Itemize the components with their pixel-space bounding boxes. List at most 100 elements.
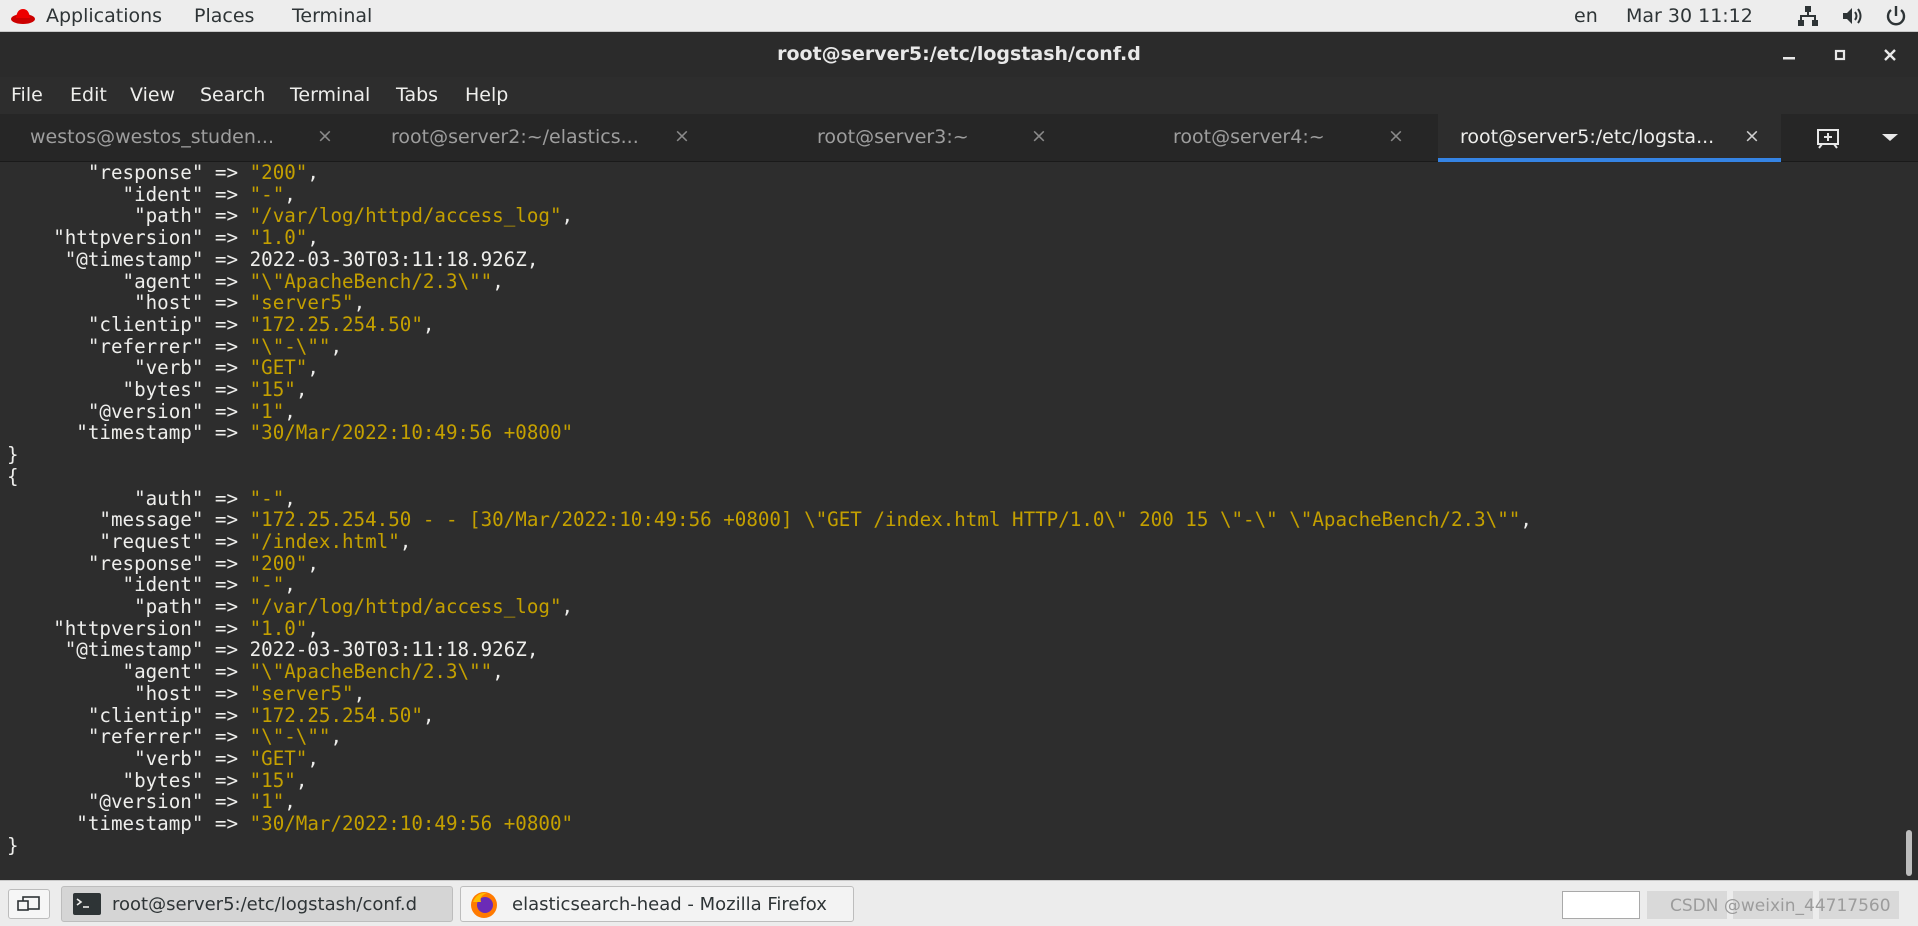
line-value: "200" xyxy=(249,162,308,184)
applications-menu[interactable]: Applications xyxy=(46,5,162,27)
tab-label: root@server3:~ xyxy=(817,126,969,148)
line-value: "172.25.254.50 - - [30/Mar/2022:10:49:56… xyxy=(249,508,1521,532)
line-trailer: , xyxy=(561,204,574,228)
terminal-line: "@timestamp" => 2022-03-30T03:11:18.926Z… xyxy=(7,639,1532,661)
minimize-button[interactable] xyxy=(1771,40,1807,70)
terminal-line: "verb" => "GET", xyxy=(7,748,1532,770)
new-tab-button[interactable] xyxy=(1800,122,1860,154)
terminal-line: "httpversion" => "1.0", xyxy=(7,227,1532,249)
line-key: "timestamp" => xyxy=(7,812,250,836)
tab-server4[interactable]: root@server4:~ × xyxy=(1071,114,1438,162)
line-trailer: , xyxy=(492,269,504,293)
scrollbar-thumb[interactable] xyxy=(1906,830,1912,876)
line-trailer: , xyxy=(1520,508,1532,532)
line-key: "httpversion" => xyxy=(7,616,250,640)
system-tray[interactable] xyxy=(1786,4,1918,28)
line-value: "server5" xyxy=(249,291,354,315)
menu-view[interactable]: View xyxy=(130,84,175,106)
menu-help[interactable]: Help xyxy=(465,84,508,106)
terminal-app-menu[interactable]: Terminal xyxy=(292,5,372,27)
firefox-icon xyxy=(471,892,497,918)
line-value: "GET" xyxy=(249,746,308,770)
close-window-button[interactable] xyxy=(1872,40,1908,70)
line-trailer: , xyxy=(284,573,296,597)
redhat-icon[interactable] xyxy=(10,7,36,25)
workspace-switcher[interactable] xyxy=(1562,891,1640,919)
taskbar-item-terminal[interactable]: root@server5:/etc/logstash/conf.d xyxy=(61,886,453,922)
line-key: } xyxy=(7,833,19,857)
line-value: "172.25.254.50" xyxy=(249,703,423,727)
terminal-line: "@timestamp" => 2022-03-30T03:11:18.926Z… xyxy=(7,247,1532,271)
power-icon xyxy=(1874,4,1918,28)
line-value: "GET" xyxy=(249,356,308,380)
tab-menu-button[interactable] xyxy=(1870,122,1910,154)
line-value: "-" xyxy=(249,486,285,510)
line-key: "ident" => xyxy=(7,182,250,206)
line-key: "path" => xyxy=(7,204,250,228)
line-value: "/var/log/httpd/access_log" xyxy=(249,204,562,228)
line-key: "agent" => xyxy=(7,660,250,684)
line-key: "verb" => xyxy=(7,746,250,770)
tab-label: westos@westos_studen... xyxy=(30,126,275,148)
menu-search[interactable]: Search xyxy=(200,84,265,106)
line-trailer: , xyxy=(330,725,343,749)
window-titlebar[interactable]: root@server5:/etc/logstash/conf.d xyxy=(0,32,1918,78)
top-panel: Applications Places Terminal en Mar 30 1… xyxy=(0,0,1918,32)
tab-server2[interactable]: root@server2:~/elastics... × xyxy=(357,114,714,162)
line-trailer: , xyxy=(353,291,366,315)
terminal-scrollbar[interactable] xyxy=(1900,162,1918,880)
tab-server3[interactable]: root@server3:~ × xyxy=(714,114,1071,162)
tab-close-icon[interactable]: × xyxy=(1031,125,1047,147)
line-trailer: , xyxy=(492,660,504,684)
menu-terminal[interactable]: Terminal xyxy=(290,84,370,106)
line-value: "15" xyxy=(249,378,296,402)
tab-westos[interactable]: westos@westos_studen... × xyxy=(0,114,357,162)
terminal-line: "clientip" => "172.25.254.50", xyxy=(7,314,1532,336)
menu-tabs[interactable]: Tabs xyxy=(396,84,438,106)
clock[interactable]: Mar 30 11:12 xyxy=(1626,5,1753,27)
window-title: root@server5:/etc/logstash/conf.d xyxy=(777,43,1141,65)
line-key: "@timestamp" => 2022-03-30T03:11:18.926Z… xyxy=(7,638,539,662)
maximize-icon xyxy=(1834,49,1846,61)
line-value: "30/Mar/2022:10:49:56 +0800" xyxy=(249,421,574,445)
tab-bar: westos@westos_studen... × root@server2:~… xyxy=(0,114,1918,162)
maximize-button[interactable] xyxy=(1822,40,1858,70)
show-desktop-button[interactable] xyxy=(8,889,50,919)
line-key: "@timestamp" => 2022-03-30T03:11:18.926Z… xyxy=(7,247,539,271)
places-menu[interactable]: Places xyxy=(194,5,254,27)
language-indicator[interactable]: en xyxy=(1574,5,1598,27)
terminal-line: "path" => "/var/log/httpd/access_log", xyxy=(7,205,1532,227)
show-desktop-icon xyxy=(17,896,40,911)
taskbar-item-firefox[interactable]: elasticsearch-head - Mozilla Firefox xyxy=(460,886,854,922)
terminal-output[interactable]: "response" => "200", "ident" => "-", "pa… xyxy=(0,162,1900,880)
task-label: root@server5:/etc/logstash/conf.d xyxy=(112,894,417,915)
tab-close-icon[interactable]: × xyxy=(1388,125,1404,147)
terminal-line: "host" => "server5", xyxy=(7,292,1532,314)
menu-edit[interactable]: Edit xyxy=(70,84,107,106)
tab-close-icon[interactable]: × xyxy=(674,125,690,147)
close-icon xyxy=(1884,49,1896,61)
watermark: CSDN @weixin_44717560 xyxy=(1670,896,1891,916)
line-trailer: , xyxy=(307,616,319,640)
line-value: "\"-\"" xyxy=(249,725,331,749)
terminal-line: } xyxy=(7,833,1532,857)
menu-file[interactable]: File xyxy=(11,84,43,106)
line-trailer: , xyxy=(353,681,366,705)
line-key: "bytes" => xyxy=(7,768,250,792)
terminal-line: "timestamp" => "30/Mar/2022:10:49:56 +08… xyxy=(7,813,1532,835)
line-key: "@version" => xyxy=(7,790,250,814)
terminal-line: "referrer" => "\"-\"", xyxy=(7,334,1532,358)
tab-label: root@server4:~ xyxy=(1173,126,1325,148)
line-value: "\"-\"" xyxy=(249,334,331,358)
line-key: "httpversion" => xyxy=(7,226,250,250)
minimize-icon xyxy=(1783,57,1795,60)
line-trailer: , xyxy=(422,703,435,727)
terminal-line: "response" => "200", xyxy=(7,162,1532,184)
tab-close-icon[interactable]: × xyxy=(317,125,333,147)
menubar: File Edit View Search Terminal Tabs Help xyxy=(0,77,1918,114)
tab-server5[interactable]: root@server5:/etc/logsta... × xyxy=(1438,114,1781,162)
tab-label: root@server2:~/elastics... xyxy=(391,126,639,148)
tab-close-icon[interactable]: × xyxy=(1744,125,1760,147)
terminal-line: "verb" => "GET", xyxy=(7,357,1532,379)
line-key: "bytes" => xyxy=(7,378,250,402)
